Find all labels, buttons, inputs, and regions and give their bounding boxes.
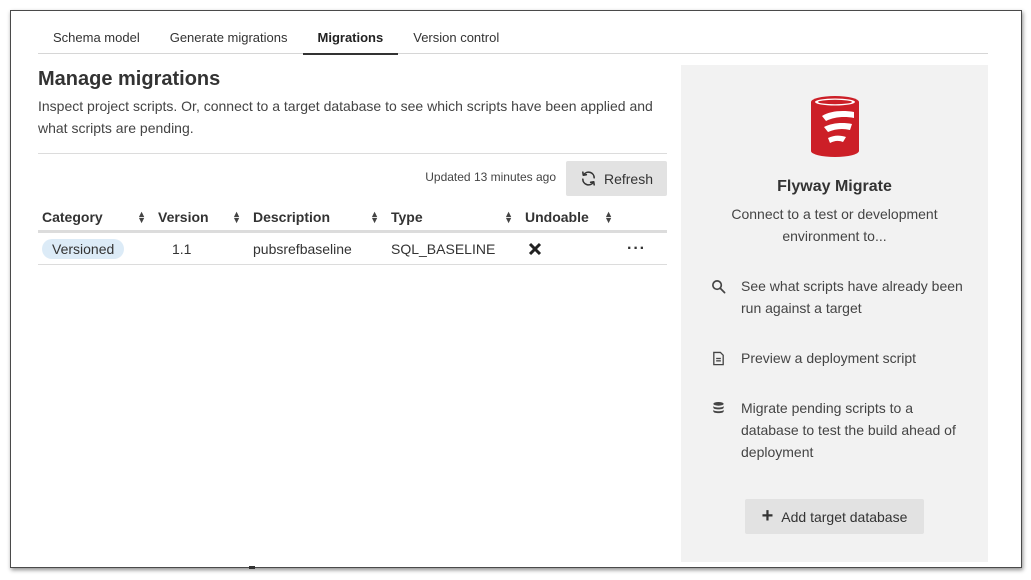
flyway-logo (811, 96, 859, 157)
column-header-actions (621, 204, 667, 230)
cell-category: Versioned (38, 233, 154, 264)
feature-text: See what scripts have already been run a… (741, 278, 963, 316)
cell-type: SQL_BASELINE (391, 240, 496, 257)
refresh-button[interactable]: Refresh (566, 161, 667, 196)
migrations-table: Category ▲ ▼ Version ▲ ▼ Description ▲ ▼ Ty… (38, 204, 667, 265)
flyway-info-panel: Flyway Migrate Connect to a test or deve… (681, 65, 988, 562)
more-options-icon[interactable]: ··· (627, 240, 646, 258)
close-icon (528, 242, 542, 255)
table-header: Category ▲ ▼ Version ▲ ▼ Description ▲ ▼ Ty… (38, 204, 667, 233)
column-header-undoable[interactable]: Undoable ▲ ▼ (521, 204, 621, 230)
window-edge-marker (249, 566, 255, 569)
feature-text: Migrate pending scripts to a database to… (741, 400, 956, 460)
page-description: Inspect project scripts. Or, connect to … (38, 98, 653, 136)
column-header-description[interactable]: Description ▲ ▼ (249, 204, 387, 230)
sort-icon: ▲ ▼ (232, 209, 241, 225)
panel-subtitle: Connect to a test or development environ… (731, 206, 938, 244)
column-header-type[interactable]: Type ▲ ▼ (387, 204, 521, 230)
column-header-category[interactable]: Category ▲ ▼ (38, 204, 154, 230)
refresh-icon (582, 171, 595, 186)
tab-generate-migrations[interactable]: Generate migrations (155, 20, 303, 54)
cell-undoable (521, 233, 621, 264)
document-icon (713, 351, 724, 366)
sort-icon: ▲ ▼ (504, 209, 513, 225)
search-icon (712, 280, 726, 294)
column-header-version[interactable]: Version ▲ ▼ (154, 204, 249, 230)
plus-icon: + (761, 504, 774, 527)
feature-item: Preview a deployment script (711, 347, 971, 371)
tab-version-control[interactable]: Version control (398, 20, 514, 54)
add-target-database-button[interactable]: + Add target database (745, 499, 924, 534)
refresh-label: Refresh (603, 170, 654, 187)
feature-item: See what scripts have already been run a… (711, 275, 971, 319)
sort-icon: ▲ ▼ (604, 209, 613, 225)
table-row[interactable]: Versioned 1.1 pubsrefbaseline SQL_BASELI… (38, 233, 667, 265)
tab-bar: Schema model Generate migrations Migrati… (38, 20, 988, 55)
tab-migrations[interactable]: Migrations (302, 20, 399, 55)
cell-actions: ··· (621, 233, 667, 264)
sort-icon: ▲ ▼ (137, 209, 146, 225)
sort-icon: ▲ ▼ (370, 209, 379, 225)
feature-item: Migrate pending scripts to a database to… (711, 397, 971, 463)
feature-text: Preview a deployment script (741, 350, 917, 366)
category-badge: Versioned (42, 238, 125, 259)
database-icon (713, 401, 724, 414)
tab-schema-model[interactable]: Schema model (38, 20, 155, 54)
divider (38, 153, 667, 154)
cell-version: 1.1 (172, 240, 192, 257)
add-target-database-label: Add target database (781, 508, 908, 525)
page-title: Manage migrations (38, 68, 221, 90)
updated-timestamp: Updated 13 minutes ago (425, 170, 556, 184)
panel-title: Flyway Migrate (777, 178, 892, 195)
cell-description: pubsrefbaseline (253, 240, 352, 257)
